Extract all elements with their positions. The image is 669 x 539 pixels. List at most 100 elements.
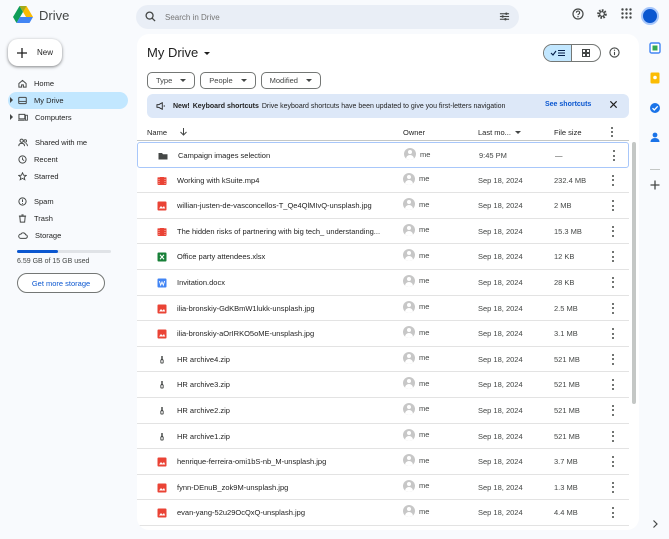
search-input[interactable] <box>165 9 465 25</box>
sidebar-item-storage[interactable]: Storage <box>8 227 128 244</box>
filter-people[interactable]: People <box>200 72 256 89</box>
list-view-button[interactable] <box>544 45 573 61</box>
get-more-storage-button[interactable]: Get more storage <box>17 273 105 293</box>
table-row[interactable]: Working with kSuite.mp4 me Sep 18, 2024 232… <box>137 168 629 194</box>
last-modified: Sep 18, 2024 <box>478 405 523 415</box>
file-size: 521 MB <box>554 380 580 390</box>
more-actions-icon[interactable] <box>611 302 615 315</box>
more-actions-icon[interactable] <box>611 506 615 519</box>
more-actions-icon[interactable] <box>612 149 616 162</box>
column-header-size[interactable]: File size <box>554 128 582 137</box>
owner-name: me <box>420 149 431 159</box>
sidebar-item-my-drive[interactable]: My Drive <box>8 92 128 109</box>
more-actions-icon[interactable] <box>611 404 615 417</box>
filter-type[interactable]: Type <box>147 72 196 89</box>
table-row[interactable]: evan-yang-52u29OcQxQ-unsplash.jpg me Sep 1… <box>137 500 629 526</box>
table-row[interactable]: HR archive2.zip me Sep 18, 2024 521 MB <box>137 398 629 424</box>
apps-icon[interactable] <box>621 8 632 19</box>
side-panel-rail <box>641 34 669 539</box>
drive-logo[interactable]: Drive <box>13 6 69 24</box>
file-name: HR archive2.zip <box>177 405 230 415</box>
expand-arrow-icon[interactable] <box>10 97 13 103</box>
tasks-icon[interactable] <box>649 102 661 114</box>
new-button[interactable]: New <box>8 39 62 66</box>
table-row[interactable]: Office party attendees.xlsx me Sep 18, 202… <box>137 244 629 270</box>
scrollbar[interactable] <box>632 142 636 404</box>
more-actions-icon[interactable] <box>611 481 615 494</box>
sidebar-item-home[interactable]: Home <box>8 75 128 92</box>
see-shortcuts-link[interactable]: See shortcuts <box>545 101 591 108</box>
sidebar-item-starred[interactable]: Starred <box>8 168 128 185</box>
more-actions-icon[interactable] <box>611 430 615 443</box>
more-actions-icon[interactable] <box>611 225 615 238</box>
expand-arrow-icon[interactable] <box>10 114 13 120</box>
more-actions-icon[interactable] <box>611 353 615 366</box>
grid-view-button[interactable] <box>572 45 600 61</box>
calendar-icon[interactable] <box>649 42 661 54</box>
help-icon[interactable] <box>572 8 584 20</box>
filter-modified[interactable]: Modified <box>260 72 321 89</box>
owner-avatar <box>403 249 415 262</box>
owner-name: me <box>419 327 430 337</box>
chevron-down-icon <box>240 79 247 82</box>
file-list: Campaign images selection me 9:45 PM — Worki… <box>137 142 629 526</box>
sidebar-item-trash[interactable]: Trash <box>8 210 128 227</box>
more-actions-icon[interactable] <box>611 455 615 468</box>
sidebar-item-spam[interactable]: Spam <box>8 193 128 210</box>
chevron-down-icon[interactable] <box>515 131 521 134</box>
keep-icon[interactable] <box>649 72 661 84</box>
table-row[interactable]: ilia-bronskiy-aOrIRKO5oME-unsplash.jpg me… <box>137 321 629 347</box>
more-actions-icon[interactable] <box>611 174 615 187</box>
more-actions-icon[interactable] <box>611 199 615 212</box>
owner-cell: me <box>403 479 429 492</box>
last-modified: Sep 18, 2024 <box>478 175 523 185</box>
file-name: HR archive4.zip <box>177 354 230 364</box>
page-title[interactable]: My Drive <box>147 45 211 60</box>
more-actions-icon[interactable] <box>611 127 613 137</box>
add-addon-icon[interactable] <box>649 179 661 191</box>
file-size: 232.4 MB <box>554 175 587 185</box>
owner-cell: me <box>403 326 430 339</box>
owner-avatar <box>403 198 415 211</box>
more-actions-icon[interactable] <box>611 250 615 263</box>
chevron-right-icon[interactable] <box>649 518 661 530</box>
table-row[interactable]: HR archive4.zip me Sep 18, 2024 521 MB <box>137 347 629 373</box>
table-row[interactable]: HR archive1.zip me Sep 18, 2024 521 MB <box>137 424 629 450</box>
info-icon[interactable] <box>609 47 620 58</box>
search-icon[interactable] <box>145 11 156 22</box>
file-name: Invitation.docx <box>177 277 225 287</box>
search-options-icon[interactable] <box>499 11 510 22</box>
sidebar-item-shared-with-me[interactable]: Shared with me <box>8 134 128 151</box>
sidebar-item-label: Starred <box>34 172 59 181</box>
table-row[interactable]: Invitation.docx me Sep 18, 2024 28 KB <box>137 270 629 296</box>
video-file-icon <box>157 227 167 237</box>
column-header-name[interactable]: Name <box>147 128 167 137</box>
owner-avatar <box>403 402 415 415</box>
table-row[interactable]: willian-justen-de-vasconcellos-T_Qe4QlMI… <box>137 193 629 219</box>
table-row[interactable]: henrique-ferreira-omi1bS-nb_M-unsplash.j… <box>137 449 629 475</box>
table-row[interactable]: fynn-DEnuB_zok9M-unsplash.jpg me Sep 18, 2… <box>137 475 629 501</box>
settings-icon[interactable] <box>596 8 608 20</box>
more-actions-icon[interactable] <box>611 327 615 340</box>
table-row[interactable]: The hidden risks of partnering with big … <box>137 219 629 245</box>
owner-cell: me <box>403 505 429 518</box>
more-actions-icon[interactable] <box>611 276 615 289</box>
account-avatar[interactable] <box>641 7 659 25</box>
column-header-modified[interactable]: Last mo... <box>478 128 511 137</box>
image-file-icon <box>157 483 167 493</box>
contacts-icon[interactable] <box>649 131 661 143</box>
zip-file-icon <box>157 380 167 390</box>
spreadsheet-icon <box>157 252 167 262</box>
sidebar-item-label: My Drive <box>34 96 64 105</box>
search-bar[interactable] <box>136 5 519 29</box>
table-row[interactable]: HR archive3.zip me Sep 18, 2024 521 MB <box>137 372 629 398</box>
folder-icon <box>158 151 168 161</box>
more-actions-icon[interactable] <box>611 378 615 391</box>
column-header-owner[interactable]: Owner <box>403 128 425 137</box>
table-row[interactable]: ilia-bronskiy-GdKBmW1lukk-unsplash.jpg me… <box>137 296 629 322</box>
sort-arrow-down-icon[interactable] <box>180 128 187 136</box>
close-icon[interactable] <box>609 100 618 109</box>
table-row[interactable]: Campaign images selection me 9:45 PM — <box>137 142 629 168</box>
sidebar-item-computers[interactable]: Computers <box>8 109 128 126</box>
sidebar-item-recent[interactable]: Recent <box>8 151 128 168</box>
